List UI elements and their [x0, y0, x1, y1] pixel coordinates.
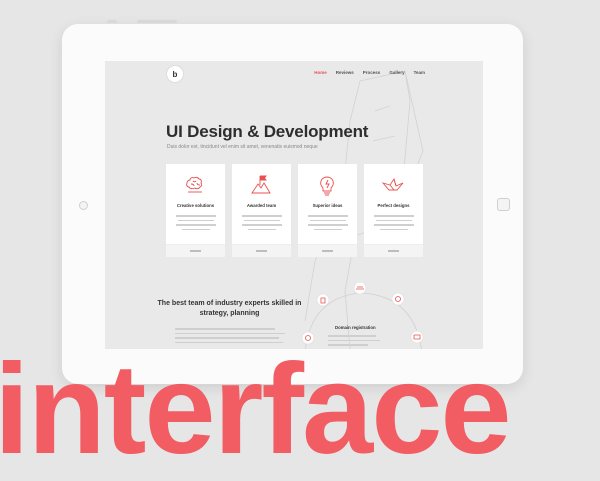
home-button[interactable] [497, 198, 510, 211]
brain-icon [186, 176, 203, 193]
card-footer[interactable] [232, 244, 291, 257]
feature-card-awarded[interactable]: Awarded team [232, 164, 291, 257]
hero-title: UI Design & Development [166, 122, 369, 141]
process-step-icon[interactable] [391, 292, 405, 306]
card-footer[interactable] [166, 244, 225, 257]
team-section-title: The best team of industry experts skille… [157, 300, 302, 317]
card-text [174, 212, 217, 233]
process-step-icon[interactable] [353, 283, 367, 295]
card-footer[interactable] [364, 244, 423, 257]
feature-card-perfect[interactable]: Perfect designs [364, 164, 423, 257]
card-text [306, 212, 349, 233]
lightbulb-icon [320, 176, 334, 196]
hero-subtitle: Duis dolor est, tincidunt vel enim sit a… [167, 144, 318, 150]
tablet-top-bar [107, 20, 117, 23]
tablet-top-bar-long [137, 20, 177, 23]
feature-card-superior[interactable]: Superior ideas [298, 164, 357, 257]
card-title: Creative solutions [176, 203, 215, 208]
process-step-icon[interactable] [316, 293, 330, 307]
nav-item-reviews[interactable]: Reviews [336, 70, 354, 75]
nav-item-gallery[interactable]: Gallery [389, 70, 404, 75]
card-title: Awarded team [246, 203, 277, 208]
tablet-screen: b Home Reviews Process Gallery Team UI D… [105, 61, 483, 349]
nav-item-team[interactable]: Team [414, 70, 425, 75]
card-title: Perfect designs [377, 203, 410, 208]
origami-bird-icon [381, 177, 404, 191]
feature-card-creative[interactable]: Creative solutions [166, 164, 225, 257]
overlay-word: interface [0, 338, 512, 481]
card-footer[interactable] [298, 244, 357, 257]
top-nav: Home Reviews Process Gallery Team [314, 70, 425, 75]
nav-item-process[interactable]: Process [363, 70, 381, 75]
card-title: Superior ideas [312, 203, 343, 208]
card-text [372, 212, 415, 233]
camera-icon [79, 201, 88, 210]
card-text [240, 212, 283, 233]
flag-mountain-icon [251, 175, 271, 194]
process-step-title: Domain registration [335, 325, 376, 330]
logo[interactable]: b [167, 66, 183, 82]
nav-item-home[interactable]: Home [314, 70, 327, 75]
feature-cards: Creative solutions Awarded team Superior… [166, 164, 423, 257]
